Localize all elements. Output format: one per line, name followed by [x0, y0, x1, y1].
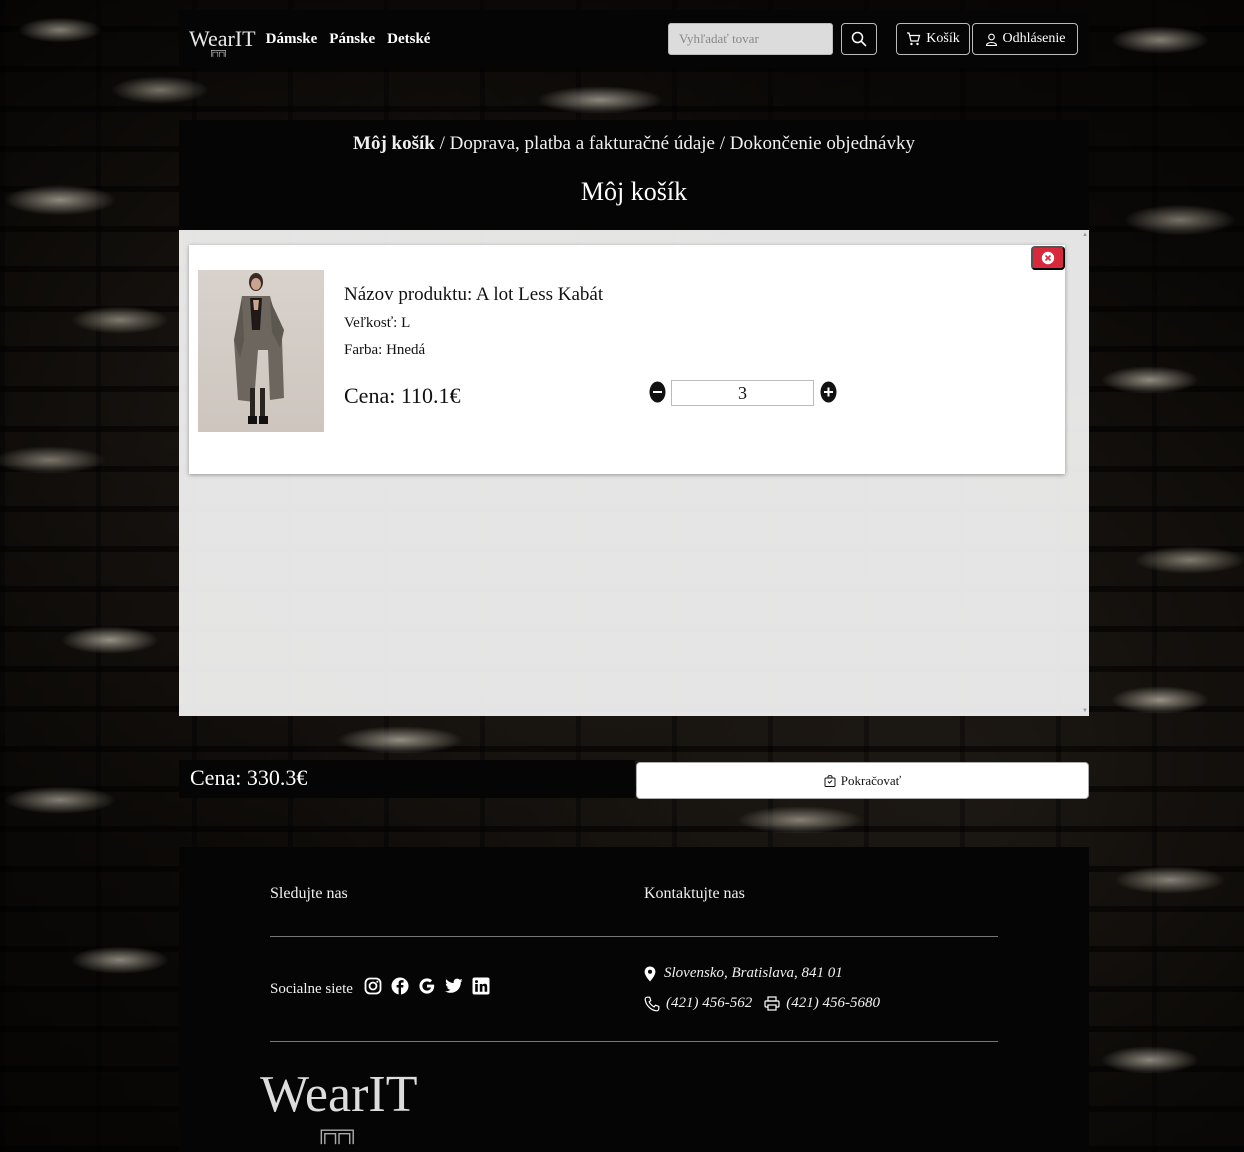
breadcrumb-step-cart[interactable]: Môj košík: [353, 133, 435, 154]
search-button[interactable]: [841, 23, 877, 55]
contact-phones: (421) 456-562 (421) 456-5680: [644, 995, 880, 1012]
follow-heading: Sledujte nas: [270, 885, 348, 902]
increase-quantity-button[interactable]: [819, 380, 838, 404]
hanger-glyph: ╔╦╗: [316, 1121, 359, 1143]
checkout-header: Môj košík / Doprava, platba a fakturačné…: [179, 120, 1089, 230]
contact-address: Slovensko, Bratislava, 841 01: [644, 965, 843, 982]
minus-circle-icon: [649, 381, 666, 403]
product-image[interactable]: [198, 270, 324, 432]
contact-heading: Kontaktujte nas: [644, 885, 745, 902]
checkout-breadcrumb: Môj košík / Doprava, platba a fakturačné…: [179, 133, 1089, 155]
social-icons: [364, 977, 490, 995]
user-icon: [985, 33, 997, 46]
cart-items-panel[interactable]: ▲ ▼ Názov produktu: A lot Less Kabát Veľ…: [179, 230, 1089, 716]
google-icon[interactable]: [418, 977, 436, 995]
location-pin-icon: [644, 966, 656, 981]
remove-item-button[interactable]: [1031, 246, 1065, 270]
cart-total: Cena: 330.3€: [179, 760, 635, 798]
phone-number: (421) 456-562: [666, 995, 753, 1011]
product-size: Veľkosť: L: [344, 315, 411, 331]
facebook-icon[interactable]: [391, 977, 409, 995]
linkedin-icon[interactable]: [472, 977, 490, 995]
search-input[interactable]: [668, 23, 833, 55]
continue-button-label: Pokračovať: [840, 772, 902, 788]
cart-button[interactable]: Košík: [896, 23, 970, 55]
product-name: Názov produktu: A lot Less Kabát: [344, 284, 604, 305]
footer-divider: [270, 936, 998, 937]
decrease-quantity-button[interactable]: [648, 380, 667, 404]
logout-button-label: Odhlásenie: [1002, 31, 1066, 46]
product-photo-illustration: [234, 273, 284, 424]
twitter-icon[interactable]: [445, 978, 463, 994]
footer-logo-text: WearIT: [260, 1066, 418, 1123]
cart-icon: [907, 32, 921, 46]
footer-logo[interactable]: WearIT ╔╦╗: [260, 1065, 418, 1143]
fax-number: (421) 456-5680: [786, 995, 880, 1011]
quantity-input[interactable]: [671, 380, 814, 406]
instagram-icon[interactable]: [364, 977, 382, 995]
nav-link-women[interactable]: Dámske: [266, 31, 318, 48]
nav-link-kids[interactable]: Detské: [387, 31, 430, 48]
phone-icon: [644, 996, 660, 1011]
brand-logo[interactable]: WearIT ╔╦╗: [189, 26, 256, 56]
plus-circle-icon: [820, 381, 837, 403]
cart-button-label: Košík: [926, 31, 960, 46]
scroll-down-arrow[interactable]: ▼: [1082, 708, 1088, 714]
printer-icon: [764, 996, 780, 1011]
breadcrumb-separator: /: [714, 133, 730, 154]
logout-button[interactable]: Odhlásenie: [972, 23, 1078, 55]
close-circle-icon: [1041, 251, 1055, 265]
scroll-up-arrow[interactable]: ▲: [1082, 232, 1088, 238]
address-text: Slovensko, Bratislava, 841 01: [664, 965, 843, 981]
hanger-glyph: ╔╦╗: [209, 46, 229, 56]
product-color: Farba: Hnedá: [344, 342, 426, 358]
continue-button[interactable]: Pokračovať: [636, 762, 1089, 799]
product-price: Cena: 110.1€: [344, 383, 461, 408]
top-navbar: WearIT ╔╦╗ Dámske Pánske Detské Košík Od…: [179, 10, 1089, 68]
breadcrumb-step-shipping[interactable]: Doprava, platba a fakturačné údaje: [450, 133, 715, 154]
search-icon: [851, 31, 867, 47]
site-footer: Sledujte nas Kontaktujte nas Socialne si…: [179, 847, 1089, 1152]
cart-item: Názov produktu: A lot Less Kabát Veľkosť…: [189, 245, 1065, 474]
page-title: Môj košík: [580, 177, 688, 206]
footer-divider: [270, 1041, 998, 1042]
breadcrumb-separator: /: [434, 133, 450, 154]
social-label: Socialne siete: [270, 981, 353, 997]
breadcrumb-step-finish[interactable]: Dokončenie objednávky: [730, 133, 915, 154]
shopping-bag-icon: [824, 775, 836, 787]
nav-link-men[interactable]: Pánske: [329, 31, 375, 48]
scrollbar[interactable]: ▲ ▼: [1081, 230, 1089, 716]
